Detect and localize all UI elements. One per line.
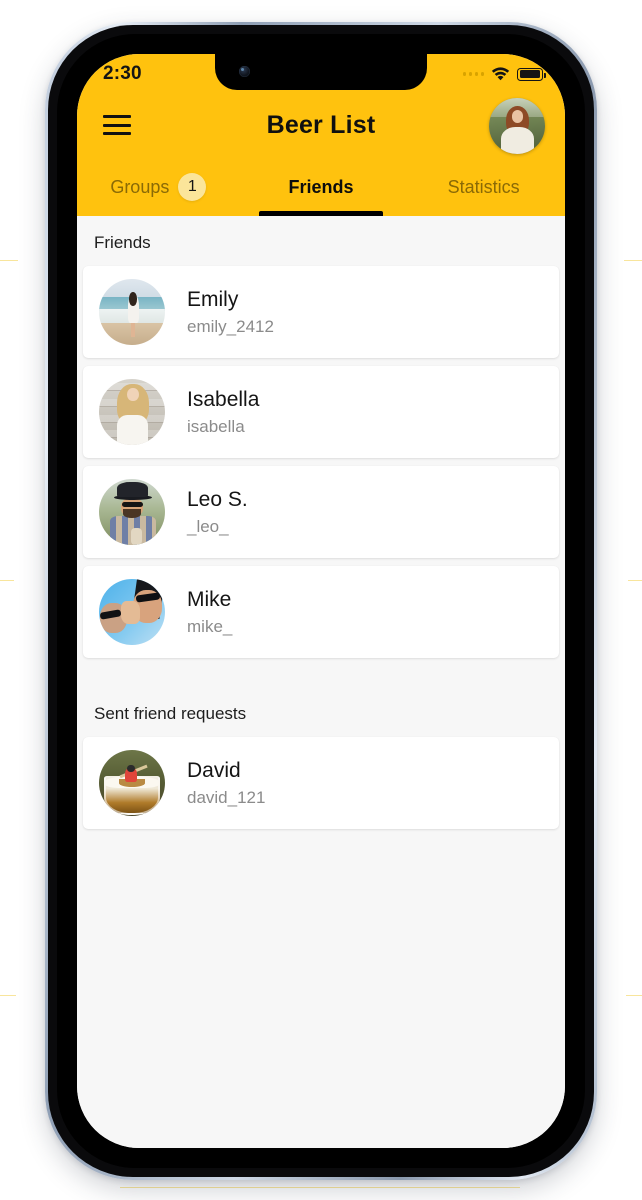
list-item-text: Emily emily_2412 bbox=[187, 288, 274, 337]
battery-full-icon bbox=[517, 67, 546, 81]
friend-handle: david_121 bbox=[187, 787, 266, 807]
tab-groups-badge: 1 bbox=[178, 173, 207, 201]
guide-line bbox=[0, 260, 18, 261]
title-row: Beer List bbox=[77, 92, 565, 158]
list-item-text: David david_121 bbox=[187, 759, 265, 808]
list-item-text: Leo S. _leo_ bbox=[187, 488, 248, 537]
avatar bbox=[99, 479, 165, 545]
status-bar-clock: 2:30 bbox=[103, 63, 142, 84]
friend-name: Mike bbox=[187, 587, 232, 611]
friend-handle: isabella bbox=[187, 416, 245, 436]
avatar bbox=[99, 579, 165, 645]
friends-content: Friends Emily emily_2412 Isabella isabel… bbox=[77, 216, 565, 1148]
list-item[interactable]: David david_121 bbox=[83, 737, 559, 829]
user-avatar[interactable] bbox=[489, 98, 545, 154]
phone-frame: 2:30 Beer List Groups 1 Friends Statisti… bbox=[45, 22, 597, 1180]
friend-handle: emily_2412 bbox=[187, 316, 274, 336]
section-header-friends: Friends bbox=[94, 233, 151, 252]
section-header-sent-requests: Sent friend requests bbox=[94, 704, 247, 723]
tab-friends[interactable]: Friends bbox=[240, 158, 403, 216]
phone-screen: 2:30 Beer List Groups 1 Friends Statisti… bbox=[77, 54, 565, 1148]
phone-bezel-outer: 2:30 Beer List Groups 1 Friends Statisti… bbox=[48, 25, 594, 1177]
friend-name: Emily bbox=[187, 287, 239, 311]
tab-friends-label: Friends bbox=[288, 176, 354, 197]
status-bar-indicators bbox=[462, 66, 546, 82]
list-item[interactable]: Isabella isabella bbox=[83, 366, 559, 458]
tab-groups[interactable]: Groups 1 bbox=[77, 158, 240, 216]
friend-handle: _leo_ bbox=[187, 516, 229, 536]
phone-bezel-inner: 2:30 Beer List Groups 1 Friends Statisti… bbox=[57, 34, 585, 1168]
tab-groups-label: Groups bbox=[110, 176, 170, 197]
cellular-dots-icon bbox=[462, 72, 484, 76]
list-item-text: Isabella isabella bbox=[187, 388, 259, 437]
guide-line bbox=[624, 260, 642, 261]
screenshot-canvas: 2:30 Beer List Groups 1 Friends Statisti… bbox=[0, 0, 642, 1200]
list-item-text: Mike mike_ bbox=[187, 588, 232, 637]
tab-statistics[interactable]: Statistics bbox=[402, 158, 565, 216]
friend-name: Isabella bbox=[187, 387, 260, 411]
tab-statistics-label: Statistics bbox=[447, 176, 520, 197]
avatar bbox=[99, 279, 165, 345]
list-item[interactable]: Mike mike_ bbox=[83, 566, 559, 658]
friend-handle: mike_ bbox=[187, 616, 233, 636]
guide-line bbox=[0, 995, 16, 996]
guide-line bbox=[0, 580, 14, 581]
guide-line bbox=[120, 1187, 520, 1188]
list-item[interactable]: Leo S. _leo_ bbox=[83, 466, 559, 558]
avatar bbox=[99, 750, 165, 816]
tab-bar: Groups 1 Friends Statistics bbox=[77, 158, 565, 216]
list-item[interactable]: Emily emily_2412 bbox=[83, 266, 559, 358]
guide-line bbox=[626, 995, 642, 996]
avatar bbox=[99, 379, 165, 445]
guide-line bbox=[628, 580, 642, 581]
wifi-icon bbox=[491, 66, 510, 82]
friend-name: David bbox=[187, 758, 241, 782]
phone-notch bbox=[215, 54, 427, 90]
front-camera-icon bbox=[239, 66, 250, 77]
friend-name: Leo S. bbox=[187, 487, 248, 511]
